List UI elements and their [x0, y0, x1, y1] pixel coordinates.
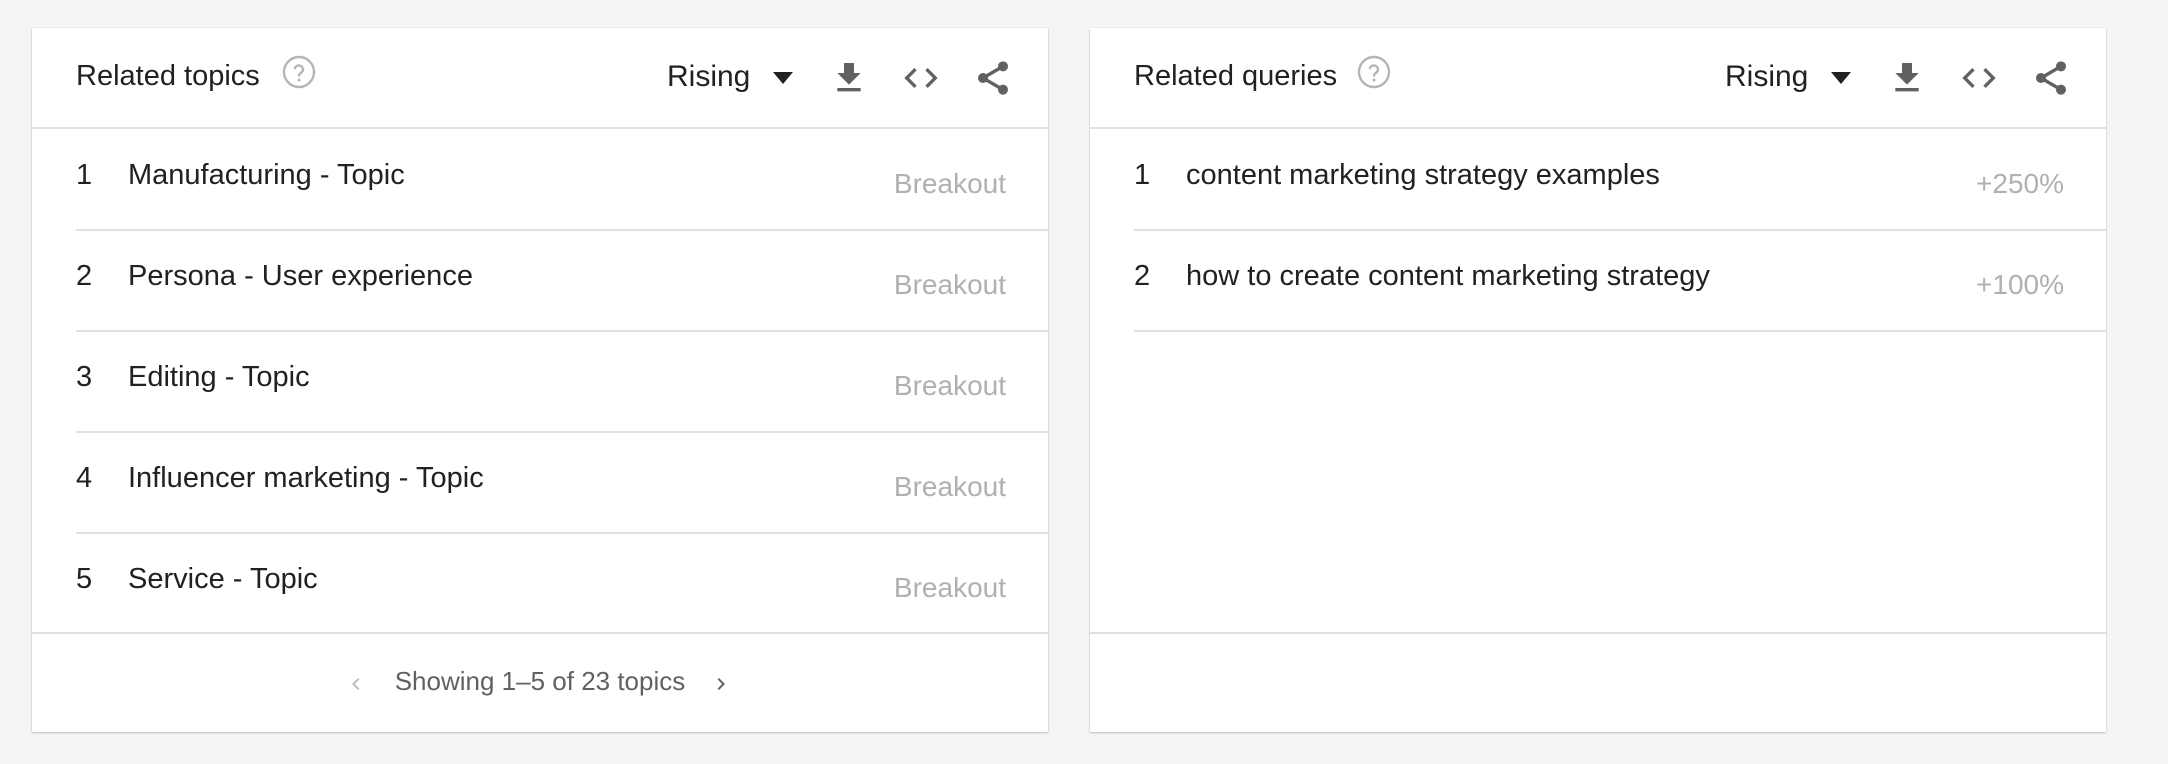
- arrow-drop-down-icon[interactable]: [773, 72, 793, 84]
- queries-footer: [1090, 632, 2106, 734]
- code-icon[interactable]: [1959, 58, 1999, 98]
- topics-pagination: Showing 1–5 of 23 topics: [32, 632, 1048, 734]
- topic-link[interactable]: Influencer marketing - Topic: [128, 460, 484, 496]
- topic-link[interactable]: Manufacturing - Topic: [128, 157, 405, 193]
- row-index: 5: [76, 563, 93, 595]
- help-circle-icon[interactable]: [281, 54, 317, 90]
- topic-row[interactable]: 1 Manufacturing - Topic Breakout: [76, 129, 1048, 231]
- share-icon[interactable]: [973, 58, 1013, 98]
- topic-row[interactable]: 5 Service - Topic Breakout: [76, 533, 1048, 633]
- download-icon[interactable]: [829, 58, 869, 98]
- query-link[interactable]: how to create content marketing strategy: [1186, 258, 1710, 294]
- rising-value: Breakout: [893, 269, 1006, 300]
- rising-value: Breakout: [893, 572, 1006, 603]
- related-topics-title: Related topics: [76, 60, 260, 92]
- rising-value: Breakout: [893, 168, 1006, 199]
- related-topics-header: Related topics Rising: [32, 28, 1048, 129]
- arrow-drop-down-icon[interactable]: [1831, 72, 1851, 84]
- help-circle-icon[interactable]: [1356, 54, 1392, 90]
- topic-row[interactable]: 3 Editing - Topic Breakout: [76, 331, 1048, 433]
- related-topics-card: Related topics Rising 1 Manufacturing - …: [32, 28, 1048, 732]
- share-icon[interactable]: [2031, 58, 2071, 98]
- topic-row[interactable]: 2 Persona - User experience Breakout: [76, 230, 1048, 332]
- row-index: 2: [76, 260, 93, 292]
- row-index: 1: [1134, 159, 1151, 191]
- rising-value: +100%: [1976, 269, 2064, 300]
- row-index: 3: [76, 361, 93, 393]
- pagination-label: Showing 1–5 of 23 topics: [394, 666, 686, 696]
- filter-select-rising[interactable]: Rising: [1725, 59, 1808, 95]
- rising-value: +250%: [1976, 168, 2064, 199]
- topic-link[interactable]: Editing - Topic: [128, 359, 310, 395]
- related-queries-card: Related queries Rising 1 content marketi…: [1090, 28, 2106, 732]
- topic-link[interactable]: Service - Topic: [128, 561, 318, 597]
- query-row[interactable]: 1 content marketing strategy examples +2…: [1134, 129, 2106, 231]
- topic-row[interactable]: 4 Influencer marketing - Topic Breakout: [76, 432, 1048, 534]
- rising-value: Breakout: [893, 370, 1006, 401]
- filter-select-rising[interactable]: Rising: [667, 59, 750, 95]
- query-link[interactable]: content marketing strategy examples: [1186, 157, 1660, 193]
- topic-link[interactable]: Persona - User experience: [128, 258, 473, 294]
- query-row[interactable]: 2 how to create content marketing strate…: [1134, 230, 2106, 332]
- code-icon[interactable]: [901, 58, 941, 98]
- related-queries-header: Related queries Rising: [1090, 28, 2106, 129]
- row-index: 4: [76, 462, 93, 494]
- chevron-right-icon[interactable]: [709, 672, 733, 696]
- row-index: 1: [76, 159, 93, 191]
- related-queries-title: Related queries: [1134, 60, 1338, 92]
- rising-value: Breakout: [893, 471, 1006, 502]
- download-icon[interactable]: [1887, 58, 1927, 98]
- row-index: 2: [1134, 260, 1151, 292]
